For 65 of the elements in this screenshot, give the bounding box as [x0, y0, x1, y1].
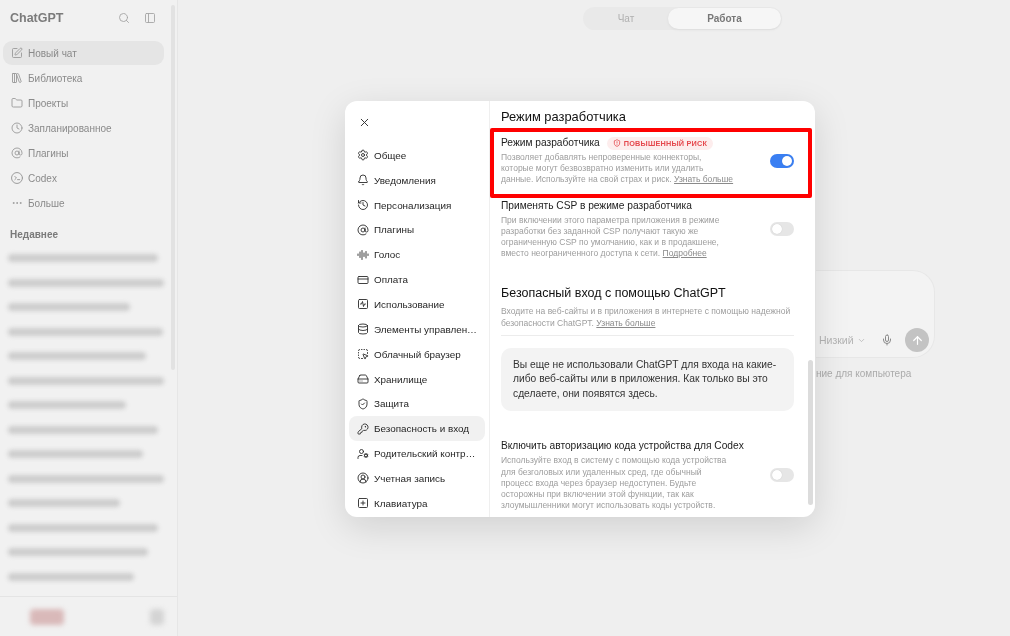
section-description: Входите на веб-сайты и в приложения в интернете с помощью надежной безопасности ChatGPT. Узнать больше [501, 306, 792, 329]
settings-nav-item[interactable]: Уведомления [349, 167, 485, 193]
setting-title: Включить авторизацию кода устройства для Codex [501, 439, 744, 454]
gear-icon [357, 149, 369, 162]
page-title: Режим разработчика [501, 108, 627, 126]
empty-state-note: Вы еще не использовали ChatGPT для входа на какие-либо веб-сайты или в приложения. Как только вы это сделаете, они появятся здесь. [501, 347, 794, 412]
arrow-up-icon [910, 333, 924, 347]
terminal-circle-icon [11, 172, 23, 184]
shield-alert-icon [612, 139, 621, 147]
settings-nav-item[interactable]: Безопасность и вход [349, 416, 485, 442]
setting-description: Позволяет добавлять непроверенные коннекторы, которые могут безвозвратно изменить или удалить данные. Используйте на свой страх и риск. Узнать больше [501, 152, 734, 186]
send-button[interactable] [905, 328, 929, 352]
settings-nav-item[interactable]: Клавиатура [349, 490, 485, 516]
section-heading: Недавнее [9, 228, 59, 242]
settings-nav-item[interactable]: Голос [349, 242, 485, 268]
setting-description: Используйте вход в систему с помощью кода устройства для безголовых или удаленных сред, где обычный процесс входа через браузер недоступен. Будьте осторожны при включении этой функции, так как злоумышленники могут использовать коды устройств. [501, 455, 728, 512]
key-icon [357, 422, 369, 435]
bell-icon [357, 174, 369, 187]
settings-nav-item[interactable]: Общее [349, 143, 485, 168]
app-logo-text: ChatGPT [10, 10, 64, 26]
drive-icon [357, 373, 369, 385]
user-circle-icon [357, 472, 369, 485]
blurred-text [150, 608, 164, 625]
at-sign-icon [11, 147, 23, 159]
user-gear-icon [357, 447, 369, 460]
setting-title: Режим разработчика [501, 136, 600, 150]
microphone-icon[interactable] [881, 334, 893, 346]
folder-icon [11, 97, 23, 109]
settings-nav-item[interactable]: Плагины [349, 217, 485, 243]
clock-icon [11, 122, 23, 134]
learn-more-link[interactable]: Подробнее [662, 248, 707, 259]
settings-nav-item[interactable]: Облачный браузер [349, 341, 485, 367]
scrollbar-thumb[interactable] [808, 360, 813, 505]
settings-nav-item[interactable]: Использование [349, 292, 485, 317]
setting-description: При включении этого параметра приложения в режиме разработки без заданной CSP получают такую же ограниченную CSP по умолчанию, как и в продакшене, вместо неограниченного доступа к сети. Подробнее [501, 214, 721, 260]
blurred-profile [30, 608, 64, 625]
settings-nav-item[interactable]: Учетная запись [349, 465, 485, 491]
section-title: Безопасный вход с помощью ChatGPT [501, 285, 727, 303]
toggle-switch[interactable] [770, 468, 794, 483]
shield-check-icon [357, 397, 369, 410]
sidebar-toggle-icon[interactable] [144, 12, 156, 24]
credit-card-icon [357, 273, 369, 286]
toggle-switch[interactable] [770, 222, 794, 236]
search-icon[interactable] [118, 12, 130, 24]
mode-tab[interactable]: Работа [668, 8, 781, 29]
history-icon [357, 199, 369, 212]
settings-nav-item[interactable]: Персонализация [349, 192, 485, 218]
at-sign-icon [357, 223, 369, 236]
compose-icon [11, 47, 23, 59]
settings-nav-item[interactable]: Хранилище [349, 366, 485, 392]
settings-nav-item[interactable]: Защита [349, 391, 485, 417]
settings-nav-item[interactable]: Элементы управлен… [349, 316, 485, 342]
composer-note: ние для компьютера [816, 368, 913, 380]
library-icon [11, 72, 23, 84]
activity-chart-icon [357, 298, 369, 311]
plus-square-icon [357, 497, 369, 510]
audio-lines-icon [357, 248, 369, 261]
setting-title: Применять CSP в режиме разработчика [501, 198, 692, 213]
settings-nav-item[interactable]: Родительский контр… [349, 441, 485, 466]
cursor-square-icon [357, 348, 369, 361]
settings-nav-item[interactable]: Оплата [349, 267, 485, 293]
database-icon [357, 323, 369, 336]
learn-more-link[interactable]: Узнать больше [596, 317, 656, 328]
toggle-switch[interactable] [770, 153, 794, 168]
learn-more-link[interactable]: Узнать больше [674, 174, 734, 185]
